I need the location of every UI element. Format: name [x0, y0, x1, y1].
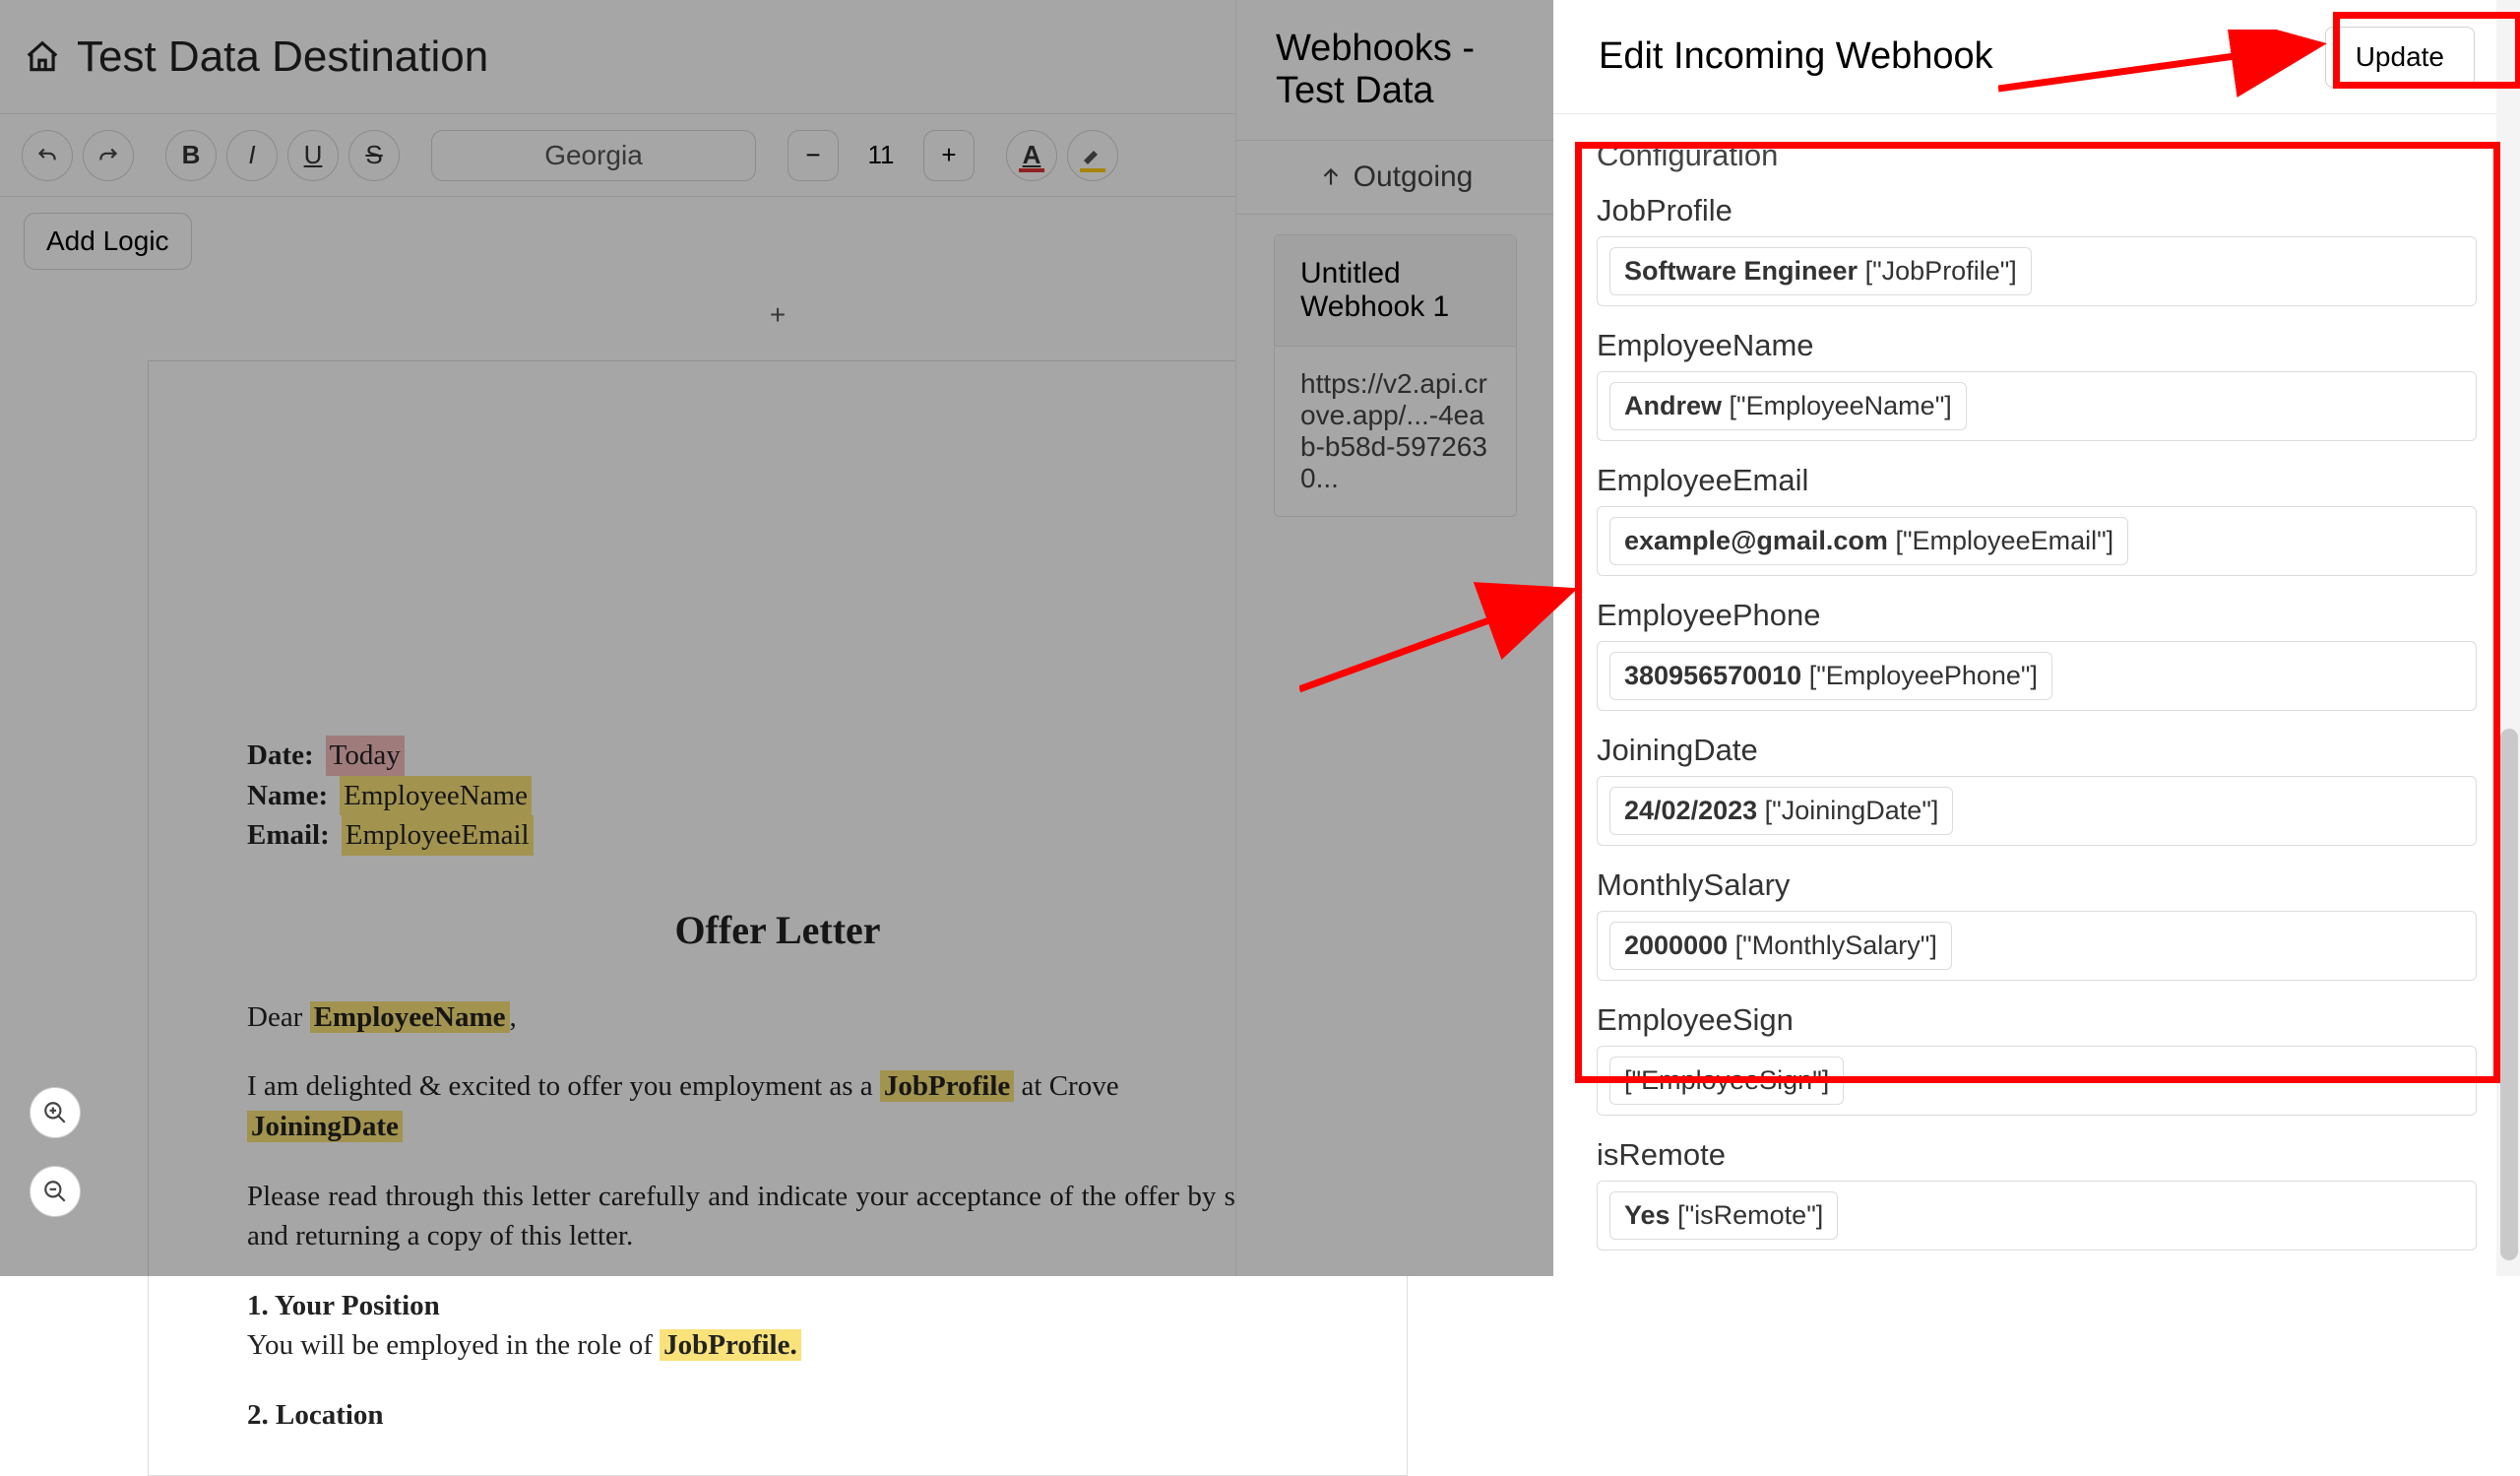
strike-button[interactable]: S	[348, 130, 400, 181]
field-label: JoiningDate	[1597, 733, 2477, 768]
doc-heading: Offer Letter	[247, 903, 1308, 958]
field-box[interactable]: Andrew ["EmployeeName"]	[1597, 371, 2477, 441]
field-chip[interactable]: 380956570010 ["EmployeePhone"]	[1609, 652, 2052, 700]
date-label: Date:	[247, 739, 314, 771]
field-chip[interactable]: example@gmail.com ["EmployeeEmail"]	[1609, 517, 2128, 565]
font-size[interactable]: 11	[847, 140, 915, 170]
field-box[interactable]: 2000000 ["MonthlySalary"]	[1597, 911, 2477, 981]
field-box[interactable]: Software Engineer ["JobProfile"]	[1597, 236, 2477, 306]
underline-button[interactable]: U	[287, 130, 339, 181]
text-color-button[interactable]: A	[1006, 130, 1057, 181]
config-field-employeename: EmployeeName Andrew ["EmployeeName"]	[1597, 328, 2477, 441]
field-label: EmployeeEmail	[1597, 463, 2477, 498]
webhook-name: Untitled Webhook 1	[1275, 235, 1516, 347]
italic-button[interactable]: I	[226, 130, 278, 181]
config-field-employeephone: EmployeePhone 380956570010 ["EmployeePhon…	[1597, 598, 2477, 711]
greeting-line: Dear EmployeeName,	[247, 997, 1308, 1038]
field-joining-date[interactable]: JoiningDate	[247, 1111, 403, 1142]
tab-outgoing[interactable]: Outgoing	[1318, 160, 1474, 194]
webhook-card[interactable]: Untitled Webhook 1 https://v2.api.crove.…	[1274, 234, 1517, 517]
config-field-employeeemail: EmployeeEmail example@gmail.com ["Employe…	[1597, 463, 2477, 576]
field-today[interactable]: Today	[326, 736, 405, 776]
section-1-title: 1. Your Position	[247, 1286, 1308, 1326]
para-1: I am delighted & excited to offer you em…	[247, 1066, 1308, 1146]
field-box[interactable]: ["EmployeeSign"]	[1597, 1046, 2477, 1116]
field-label: MonthlySalary	[1597, 867, 2477, 903]
add-logic-button[interactable]: Add Logic	[24, 213, 192, 270]
field-job-profile[interactable]: JobProfile	[880, 1070, 1014, 1102]
home-icon[interactable]	[22, 36, 63, 78]
configuration-heading: Configuration	[1597, 138, 2477, 173]
undo-button[interactable]	[22, 130, 73, 181]
field-chip[interactable]: Yes ["isRemote"]	[1609, 1191, 1838, 1240]
field-box[interactable]: Yes ["isRemote"]	[1597, 1181, 2477, 1251]
field-label: JobProfile	[1597, 193, 2477, 228]
font-decrease[interactable]: −	[788, 130, 839, 181]
field-job-profile-2[interactable]: JobProfile.	[660, 1329, 801, 1361]
redo-button[interactable]	[83, 130, 134, 181]
arrow-up-icon	[1318, 164, 1344, 190]
zoom-in-button[interactable]	[30, 1087, 81, 1138]
section-2-title: 2. Location	[247, 1395, 1308, 1436]
field-chip[interactable]: 2000000 ["MonthlySalary"]	[1609, 922, 1952, 970]
field-employee-name-2[interactable]: EmployeeName	[310, 1001, 510, 1033]
font-increase[interactable]: +	[923, 130, 975, 181]
field-chip[interactable]: 24/02/2023 ["JoiningDate"]	[1609, 787, 1953, 835]
field-label: EmployeeSign	[1597, 1002, 2477, 1038]
webhooks-title: Webhooks - Test Data	[1236, 0, 1554, 141]
update-button[interactable]: Update	[2325, 27, 2475, 88]
font-select[interactable]: Georgia	[431, 130, 756, 181]
field-chip[interactable]: ["EmployeeSign"]	[1609, 1057, 1844, 1105]
field-label: isRemote	[1597, 1137, 2477, 1173]
config-field-employeesign: EmployeeSign ["EmployeeSign"]	[1597, 1002, 2477, 1116]
field-label: EmployeeName	[1597, 328, 2477, 363]
zoom-out-button[interactable]	[30, 1166, 81, 1217]
field-label: EmployeePhone	[1597, 598, 2477, 633]
config-field-monthlysalary: MonthlySalary 2000000 ["MonthlySalary"]	[1597, 867, 2477, 981]
field-box[interactable]: 380956570010 ["EmployeePhone"]	[1597, 641, 2477, 711]
highlight-button[interactable]	[1067, 130, 1118, 181]
panel-title: Edit Incoming Webhook	[1599, 35, 1993, 78]
field-chip[interactable]: Software Engineer ["JobProfile"]	[1609, 247, 2032, 295]
document-page: Date: Today Name: EmployeeName Email: Em…	[148, 360, 1408, 1476]
add-block-button[interactable]: +	[770, 299, 786, 331]
field-chip[interactable]: Andrew ["EmployeeName"]	[1609, 382, 1967, 430]
para-2: Please read through this letter carefull…	[247, 1177, 1308, 1256]
webhook-url: https://v2.api.crove.app/...-4eab-b58d-5…	[1275, 347, 1516, 516]
field-box[interactable]: example@gmail.com ["EmployeeEmail"]	[1597, 506, 2477, 576]
field-employee-name[interactable]: EmployeeName	[340, 776, 532, 816]
email-label: Email:	[247, 819, 330, 851]
scrollbar[interactable]	[2496, 0, 2520, 1276]
config-field-joiningdate: JoiningDate 24/02/2023 ["JoiningDate"]	[1597, 733, 2477, 846]
config-field-jobprofile: JobProfile Software Engineer ["JobProfile…	[1597, 193, 2477, 306]
config-field-isremote: isRemote Yes ["isRemote"]	[1597, 1137, 2477, 1251]
name-label: Name:	[247, 780, 328, 811]
field-employee-email[interactable]: EmployeeEmail	[342, 815, 534, 856]
page-title: Test Data Destination	[77, 32, 488, 82]
field-box[interactable]: 24/02/2023 ["JoiningDate"]	[1597, 776, 2477, 846]
bold-button[interactable]: B	[165, 130, 217, 181]
section-1-body: You will be employed in the role of JobP…	[247, 1325, 1308, 1366]
